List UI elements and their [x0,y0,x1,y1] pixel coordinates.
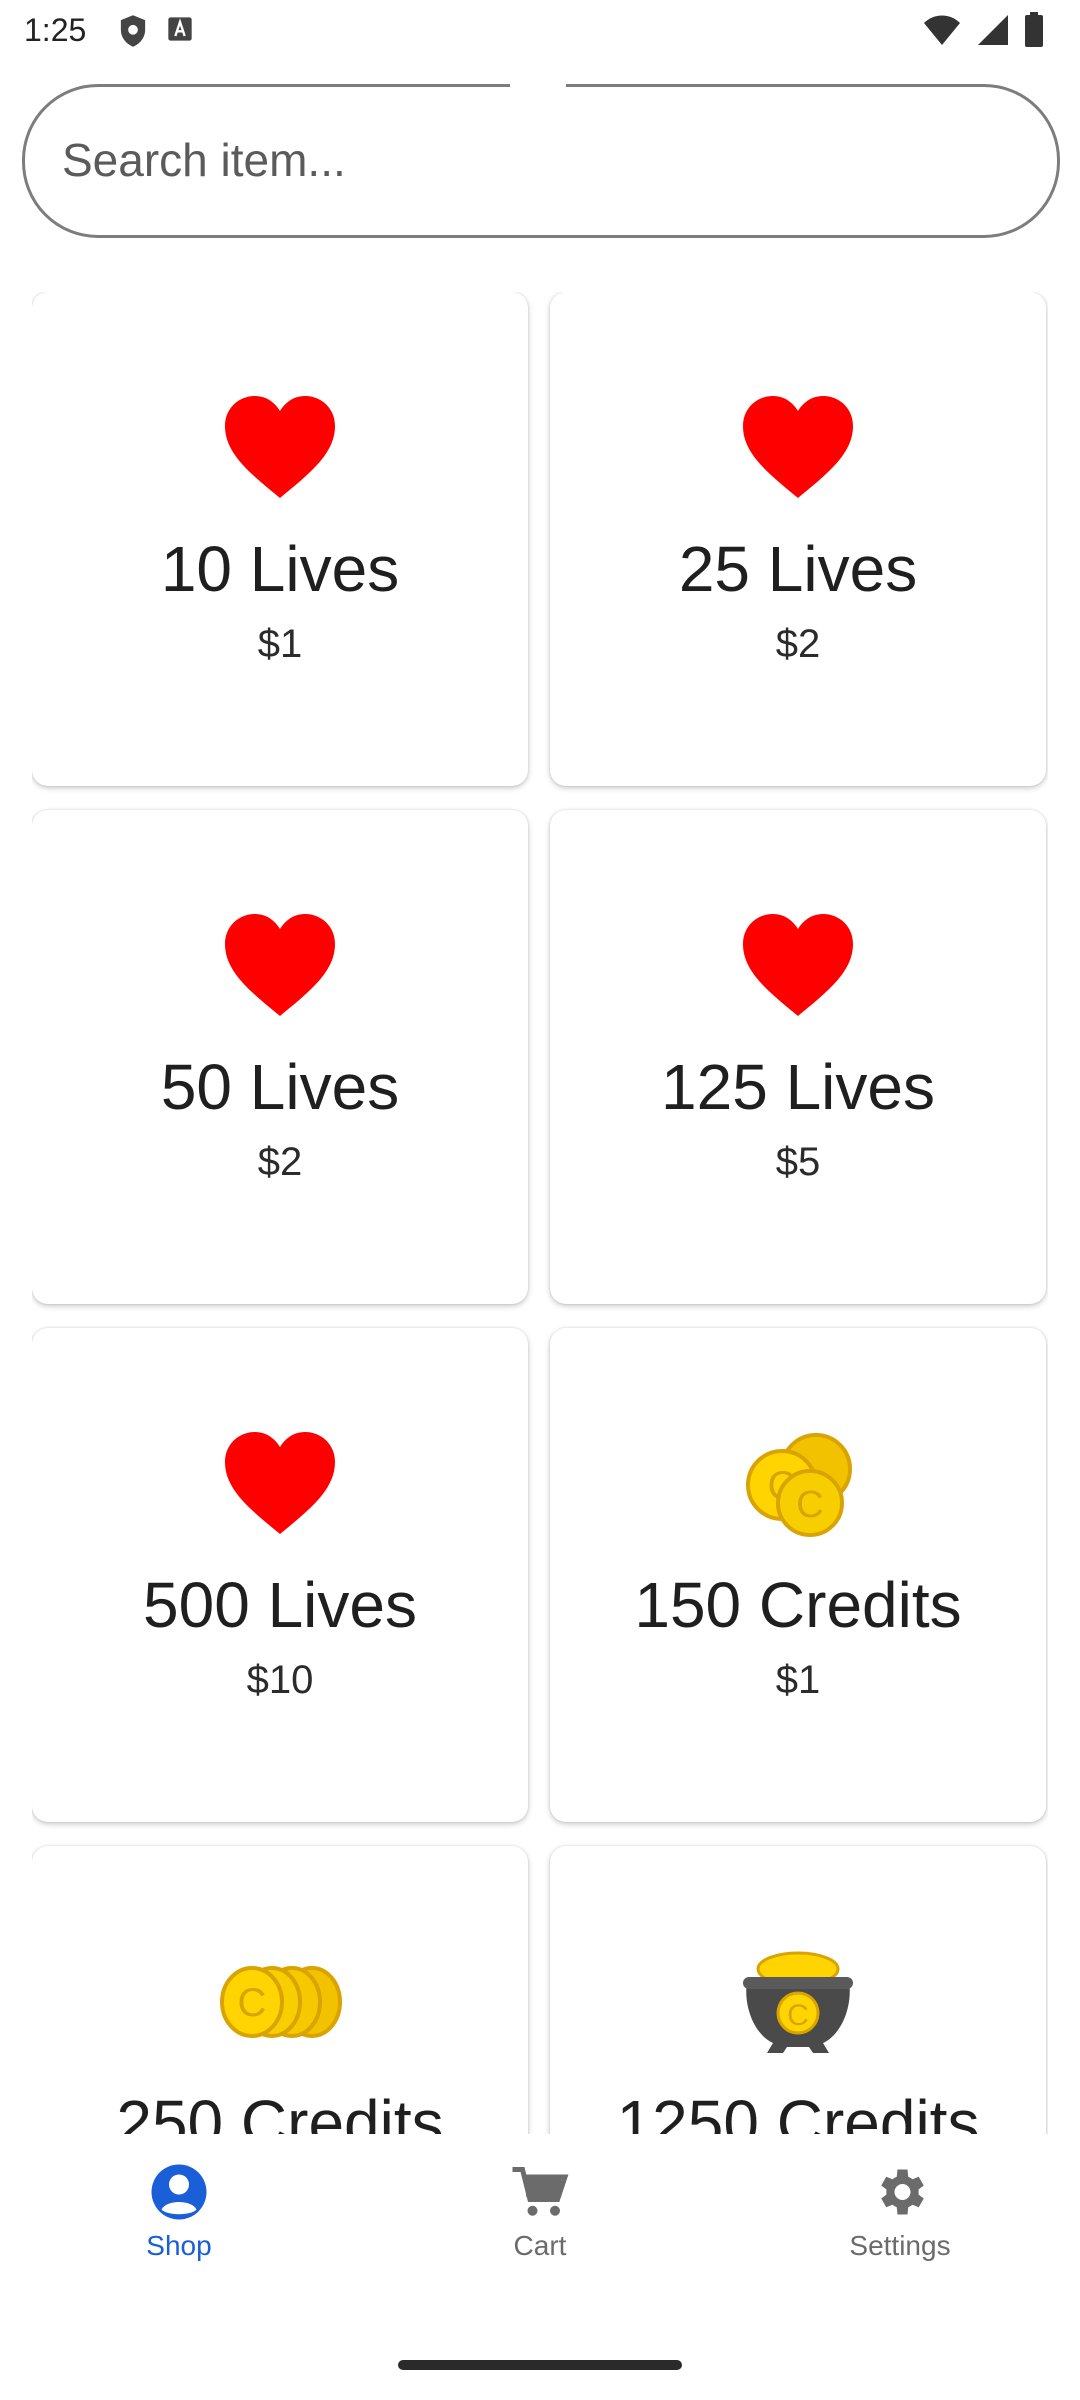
nav-label: Cart [513,2230,567,2261]
wifi-icon [922,13,962,52]
product-card[interactable]: 10 Lives $1 [32,292,528,786]
coin-pot-icon: C [728,1942,868,2062]
nav-item-shop[interactable]: Shop [79,2162,279,2282]
svg-text:C: C [796,1484,823,1526]
product-price: $2 [775,622,821,666]
product-price: $2 [257,1140,303,1184]
status-bar: 1:25 [0,0,1080,64]
heart-icon [210,1424,350,1544]
nav-label: Shop [146,2230,212,2261]
battery-icon [1024,12,1044,53]
product-card[interactable]: C 1250 Credits [550,1846,1046,2134]
home-indicator[interactable] [398,2360,682,2370]
product-card[interactable]: 125 Lives $5 [550,810,1046,1304]
cart-icon [510,2162,570,2222]
product-card[interactable]: C 250 Credits [32,1846,528,2134]
product-grid: 10 Lives $1 25 Lives $2 50 Lives $2 125 … [32,292,1048,2134]
product-price: $10 [246,1658,314,1702]
heart-icon [728,906,868,1026]
product-title: 1250 Credits [616,2087,980,2134]
nav-item-cart[interactable]: Cart [440,2162,640,2282]
status-time: 1:25 [24,12,87,48]
search-field[interactable] [22,80,1060,238]
product-price: $1 [257,622,303,666]
heart-icon [210,906,350,1026]
shield-icon [118,14,148,53]
product-title: 25 Lives [678,533,918,605]
product-card[interactable]: 25 Lives $2 [550,292,1046,786]
coin-stack-icon: C [210,1942,350,2062]
product-title: 500 Lives [143,1569,417,1641]
heart-icon [210,388,350,508]
gear-icon [870,2162,930,2222]
product-price: $1 [775,1658,821,1702]
product-title: 10 Lives [160,533,400,605]
product-title: 150 Credits [634,1569,962,1641]
nav-label: Settings [849,2230,951,2261]
svg-text:C: C [238,1981,267,2025]
product-title: 125 Lives [661,1051,935,1123]
product-title: 50 Lives [160,1051,400,1123]
product-title: 250 Credits [116,2087,444,2134]
product-card[interactable]: 50 Lives $2 [32,810,528,1304]
coins-icon: C C [728,1424,868,1544]
text-app-icon [166,14,194,53]
search-input[interactable] [60,124,964,196]
nav-item-settings[interactable]: Settings [800,2162,1000,2282]
signal-icon [976,13,1010,52]
product-price: $5 [775,1140,821,1184]
account-circle-icon [149,2162,209,2222]
product-card[interactable]: 500 Lives $10 [32,1328,528,1822]
heart-icon [728,388,868,508]
svg-text:C: C [787,1999,809,2032]
product-card[interactable]: C C 150 Credits $1 [550,1328,1046,1822]
